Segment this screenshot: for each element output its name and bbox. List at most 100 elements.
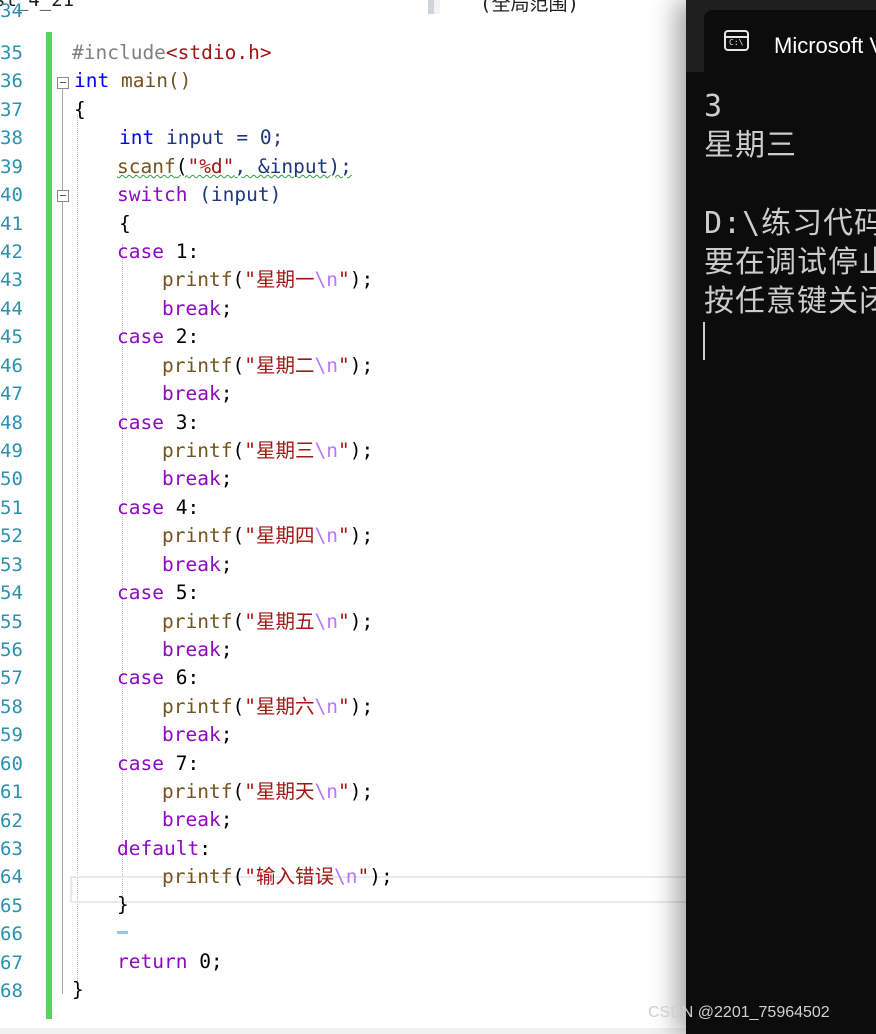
code-line: case 2: xyxy=(117,323,199,351)
keyword: case xyxy=(117,666,164,689)
code-line: return 0; xyxy=(117,948,223,976)
line-number: 38 xyxy=(0,127,23,149)
keyword: break xyxy=(162,382,221,405)
editor-bottom-edge xyxy=(0,1028,690,1034)
brace: } xyxy=(117,893,129,916)
declaration: input = 0; xyxy=(154,126,284,149)
function-call: printf xyxy=(162,439,233,462)
line-number: 63 xyxy=(0,838,23,860)
code-line: break; xyxy=(162,638,233,661)
code-line: printf("输入错误\n"); xyxy=(162,865,393,888)
code-line: break; xyxy=(162,553,233,576)
return-value: 0; xyxy=(187,950,223,973)
console-output-line: 3 xyxy=(704,89,724,124)
code-line: printf("星期五\n"); xyxy=(162,610,374,633)
keyword: default xyxy=(117,837,200,860)
case-label: 3: xyxy=(163,411,200,434)
code-line: int input = 0; xyxy=(119,124,283,152)
escape-sequence: \n xyxy=(314,268,338,291)
code-line: case 4: xyxy=(117,494,199,522)
code-line: printf("星期一\n"); xyxy=(162,268,374,291)
function-signature: main() xyxy=(109,69,192,92)
code-editor[interactable]: 34 35 36 37 38 39 40 41 42 43 44 45 46 4… xyxy=(0,1,690,1034)
line-number: 46 xyxy=(0,355,23,377)
line-number: 62 xyxy=(0,810,23,832)
line-number: 67 xyxy=(0,952,23,974)
case-label: 2: xyxy=(163,325,200,348)
console-cursor xyxy=(703,322,705,360)
change-indicator-bar xyxy=(46,32,52,1019)
line-number: 49 xyxy=(0,440,23,462)
keyword: break xyxy=(162,467,221,490)
code-line: int main() xyxy=(74,67,191,95)
format-string: "%d" xyxy=(187,155,235,178)
keyword: case xyxy=(117,496,164,519)
line-number: 39 xyxy=(0,156,23,178)
line-number: 68 xyxy=(0,980,23,1002)
brace: } xyxy=(72,978,84,1001)
line-number: 50 xyxy=(0,468,23,490)
line-number: 60 xyxy=(0,753,23,775)
code-line: scanf("%d", &input); xyxy=(117,153,352,181)
escape-sequence: \n xyxy=(314,695,338,718)
line-number: 47 xyxy=(0,383,23,405)
code-line: printf("星期天\n"); xyxy=(162,780,374,803)
keyword: switch xyxy=(117,183,188,206)
code-line: default: xyxy=(117,837,211,860)
project-dropdown[interactable]: st_4_21 xyxy=(0,0,428,14)
line-number: 59 xyxy=(0,724,23,746)
line-number: 64 xyxy=(0,866,23,888)
case-label: 6: xyxy=(163,666,200,689)
line-number: 45 xyxy=(0,326,23,348)
code-line: printf("星期二\n"); xyxy=(162,354,374,377)
function-call: printf xyxy=(162,695,233,718)
line-number: 53 xyxy=(0,554,23,576)
line-number: 42 xyxy=(0,241,23,263)
keyword: int xyxy=(119,126,155,149)
watermark: CSDN @2201_75964502 xyxy=(648,1004,830,1021)
terminal-tab[interactable]: C:\ Microsoft Visual Studio 调试控制台 xyxy=(704,10,876,72)
line-number: 58 xyxy=(0,696,23,718)
line-number: 56 xyxy=(0,639,23,661)
collapse-main-icon[interactable] xyxy=(57,77,69,89)
terminal-title: Microsoft Visual Studio 调试控制台 xyxy=(774,33,876,58)
code-line: case 7: xyxy=(117,750,199,778)
line-number: 52 xyxy=(0,525,23,547)
debug-console-window[interactable]: C:\ Microsoft Visual Studio 调试控制台 3 星期三 … xyxy=(686,0,876,1034)
scope-dropdown[interactable]: (全局范围) xyxy=(440,0,690,14)
string-literal: 输入错误 xyxy=(255,865,334,888)
escape-sequence: \n xyxy=(314,524,338,547)
line-number: 37 xyxy=(0,99,23,121)
line-number: 43 xyxy=(0,269,23,291)
fold-line xyxy=(62,202,63,918)
code-line: } xyxy=(72,976,84,1004)
indent-guide xyxy=(77,114,78,989)
function-call: printf xyxy=(162,268,233,291)
code-line: printf("星期六\n"); xyxy=(162,695,374,718)
keyword: break xyxy=(162,808,221,831)
function-call: scanf xyxy=(117,155,176,178)
string-literal: 星期三 xyxy=(255,439,315,462)
line-number: 40 xyxy=(0,184,23,206)
console-icon: C:\ xyxy=(724,30,749,51)
terminal-titlebar[interactable]: C:\ Microsoft Visual Studio 调试控制台 xyxy=(686,0,876,72)
function-call: printf xyxy=(162,610,233,633)
string-literal: 星期一 xyxy=(255,268,315,291)
paren: ( xyxy=(175,155,188,178)
code-line: switch (input) xyxy=(117,181,281,209)
keyword: int xyxy=(74,69,110,92)
string-literal: 星期天 xyxy=(255,780,315,803)
keyword: case xyxy=(117,325,164,348)
code-line: break; xyxy=(162,297,233,320)
string-literal: 星期五 xyxy=(255,610,315,633)
escape-sequence: \n xyxy=(314,610,338,633)
escape-sequence: \n xyxy=(314,439,338,462)
escape-sequence: \n xyxy=(314,780,338,803)
collapse-switch-icon[interactable] xyxy=(57,190,69,202)
function-call: printf xyxy=(162,865,233,888)
line-number: 35 xyxy=(0,42,23,64)
keyword: case xyxy=(117,240,164,263)
tab-separator xyxy=(428,0,434,14)
code-line: case 6: xyxy=(117,664,199,692)
scope-dropdown-label: (全局范围) xyxy=(480,0,579,14)
